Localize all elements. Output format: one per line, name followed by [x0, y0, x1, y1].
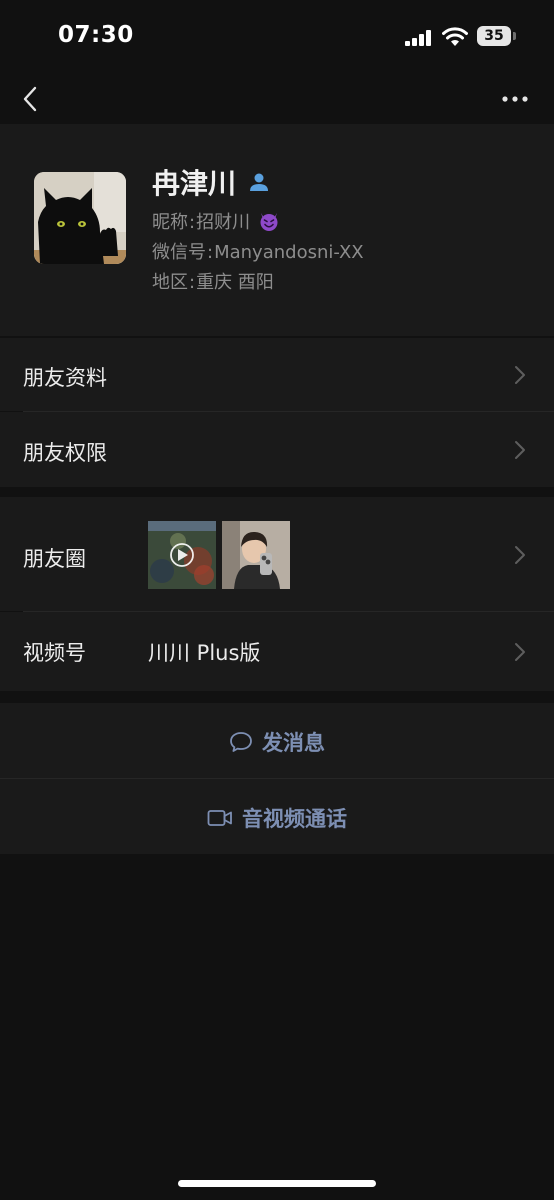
video-call-content: 音视频通话 [207, 803, 347, 833]
status-bar: 07:30 35 [0, 0, 554, 74]
battery-level: 35 [477, 26, 511, 46]
channels-value: 川川 Plus版 [148, 641, 261, 665]
friend-permissions-label: 朋友权限 [23, 441, 107, 465]
moments-label: 朋友圈 [23, 547, 86, 571]
chat-bubble-icon [230, 732, 252, 752]
region-value: 重庆 酉阳 [196, 272, 274, 293]
black-cat-avatar-image [34, 172, 126, 264]
avatar[interactable] [34, 172, 126, 264]
send-message-content: 发消息 [229, 727, 325, 757]
video-call-label: 音视频通话 [242, 807, 347, 831]
region-line: 地区:重庆 酉阳 [152, 272, 274, 293]
chevron-right-icon [515, 643, 525, 661]
nickname-label: 昵称 [152, 212, 188, 233]
wifi-icon [442, 27, 468, 46]
status-time: 07:30 [58, 22, 134, 48]
channels-label: 视频号 [23, 641, 86, 665]
nickname-line: 昵称:招财川 [152, 208, 280, 234]
send-message-button[interactable]: 发消息 [0, 703, 554, 778]
chevron-left-icon[interactable] [20, 86, 42, 112]
nickname-value: 招财川 [196, 212, 251, 233]
contact-person-icon [250, 173, 269, 191]
video-camera-icon [207, 810, 232, 826]
chevron-right-icon [515, 546, 525, 564]
region-label: 地区 [152, 272, 188, 293]
battery-icon: 35 [477, 26, 517, 46]
wechat-id-value: Manyandosni-XX [214, 242, 364, 263]
moments-row[interactable]: 朋友圈 [0, 497, 554, 611]
moments-photo-thumbnail [222, 521, 290, 589]
profile-header: 冉津川 昵称:招财川 微信号:Manyandosni-XX 地区:重庆 酉阳 [0, 124, 554, 336]
nav-bar [0, 74, 554, 124]
chevron-right-icon [515, 366, 525, 384]
friend-profile-label: 朋友资料 [23, 366, 107, 390]
video-call-button[interactable]: 音视频通话 [0, 779, 554, 854]
channels-row[interactable]: 视频号 川川 Plus版 [0, 612, 554, 691]
cellular-signal-icon [405, 30, 431, 46]
send-message-label: 发消息 [262, 731, 325, 755]
friend-profile-row[interactable]: 朋友资料 [0, 338, 554, 411]
wechat-id-line: 微信号:Manyandosni-XX [152, 242, 364, 263]
ellipsis-icon[interactable] [500, 92, 530, 106]
home-indicator[interactable] [178, 1180, 376, 1187]
friend-permissions-row[interactable]: 朋友权限 [0, 412, 554, 487]
smiling-devil-emoji-icon [260, 213, 278, 231]
contact-name: 冉津川 [152, 167, 237, 200]
moments-video-thumbnail [148, 521, 216, 589]
wechat-id-label: 微信号 [152, 242, 206, 263]
chevron-right-icon [515, 441, 525, 459]
name-row: 冉津川 [152, 162, 270, 202]
